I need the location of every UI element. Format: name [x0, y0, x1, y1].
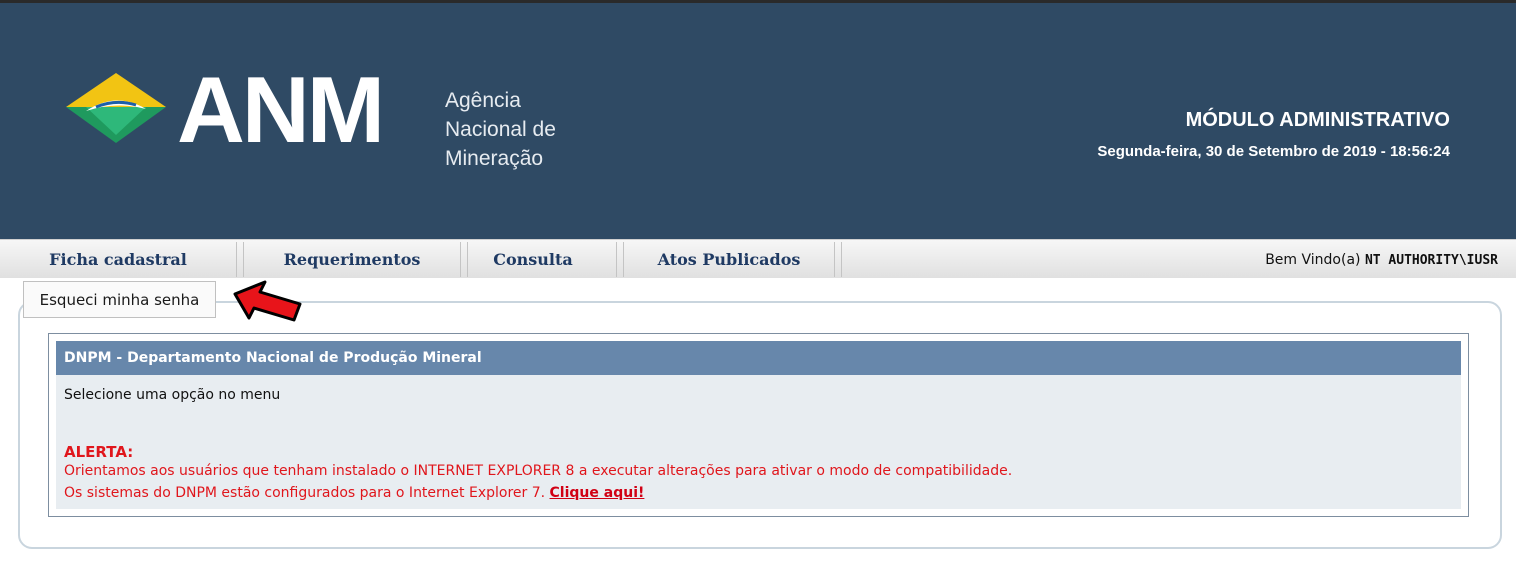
instruction-text: Selecione uma opção no menu	[64, 387, 281, 403]
menu-separator	[460, 242, 468, 277]
main-menu-bar: Ficha cadastral Requerimentos Consulta A…	[0, 239, 1516, 278]
agency-line-3: Mineração	[445, 147, 544, 170]
menu-separator	[834, 242, 842, 277]
alert-message-line-2: Os sistemas do DNPM estão configurados p…	[64, 485, 644, 501]
agency-line-2: Nacional de	[445, 118, 556, 141]
menu-separator	[616, 242, 624, 277]
red-arrow-pointer-icon	[233, 280, 302, 322]
welcome-message: Bem Vindo(a) NT AUTHORITY\IUSR	[1265, 252, 1498, 268]
page-header: ANM Agência Nacional de Mineração MÓDULO…	[0, 3, 1516, 239]
agency-name: Agência Nacional de Mineração	[445, 86, 556, 173]
menu-item-ficha-cadastral[interactable]: Ficha cadastral	[0, 240, 236, 279]
info-box-title: DNPM - Departamento Nacional de Produção…	[56, 341, 1461, 375]
anm-diamond-logo-icon	[66, 73, 166, 143]
menu-separator	[236, 242, 244, 277]
current-datetime: Segunda-feira, 30 de Setembro de 2019 - …	[1097, 143, 1450, 160]
alert-title: ALERTA:	[64, 443, 134, 461]
logged-user: NT AUTHORITY\IUSR	[1364, 253, 1498, 268]
alert-message-text: Os sistemas do DNPM estão configurados p…	[64, 485, 546, 501]
click-here-link[interactable]: Clique aqui!	[550, 485, 645, 501]
menu-item-consulta[interactable]: Consulta	[468, 240, 598, 279]
menu-item-requerimentos[interactable]: Requerimentos	[244, 240, 460, 279]
forgot-password-menu-item[interactable]: Esqueci minha senha	[23, 281, 216, 318]
menu-item-atos-publicados[interactable]: Atos Publicados	[624, 240, 834, 279]
alert-message-line-1: Orientamos aos usuários que tenham insta…	[64, 463, 1013, 479]
agency-line-1: Agência	[445, 89, 521, 112]
brand-logo-text: ANM	[177, 57, 385, 162]
module-title: MÓDULO ADMINISTRATIVO	[1185, 109, 1450, 131]
welcome-prefix: Bem Vindo(a)	[1265, 252, 1361, 268]
